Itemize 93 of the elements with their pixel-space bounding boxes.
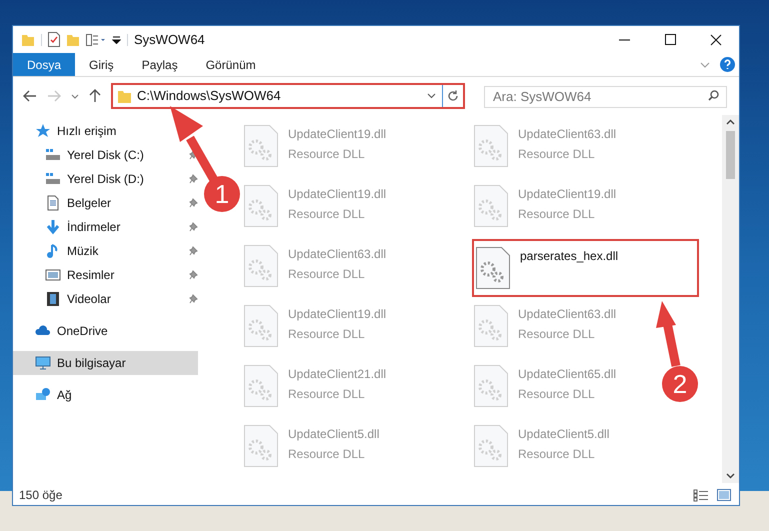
sidebar-item[interactable]: Belgeler [13, 191, 118, 215]
large-icons-view-icon[interactable] [717, 489, 731, 501]
address-field[interactable]: C:\Windows\SysWOW64 [111, 83, 465, 109]
sidebar-item[interactable]: İndirmeler [13, 215, 126, 239]
pin-icon[interactable] [189, 150, 198, 160]
window-title: SysWOW64 [134, 30, 205, 49]
picture-icon [45, 267, 61, 283]
scroll-thumb[interactable] [726, 131, 735, 179]
address-path: C:\Windows\SysWOW64 [137, 87, 281, 106]
scroll-up-icon[interactable] [726, 119, 735, 125]
pin-icon[interactable] [189, 270, 198, 280]
minimize-icon [618, 38, 630, 40]
file-type: Resource DLL [518, 206, 596, 223]
sidebar-label: Resimler [67, 267, 114, 284]
help-icon[interactable] [720, 57, 735, 72]
file-type: Resource DLL [518, 386, 596, 403]
file-name: UpdateClient19.dll [288, 186, 386, 203]
pin-icon[interactable] [189, 246, 198, 256]
folder-icon [117, 88, 132, 104]
computer-icon [35, 355, 51, 371]
customize-caret-icon[interactable] [112, 36, 121, 44]
file-name: UpdateClient19.dll [288, 126, 386, 143]
item-count: 150 öğe [19, 487, 62, 504]
file-type: Resource DLL [518, 326, 596, 343]
file-type: Resource DLL [288, 146, 366, 163]
file-type: Resource DLL [288, 446, 366, 463]
sidebar-item[interactable]: Hızlı erişim [13, 119, 122, 143]
sidebar-label: Müzik [67, 243, 98, 260]
sidebar-label: Ağ [57, 387, 72, 404]
download-icon [45, 219, 61, 235]
sidebar-item[interactable]: Müzik [13, 239, 104, 263]
file-name: UpdateClient63.dll [518, 126, 616, 143]
sidebar-label: OneDrive [57, 323, 108, 340]
sidebar-label: Videolar [67, 291, 111, 308]
ribbon-tab[interactable]: Paylaş [128, 53, 192, 76]
file-type: Resource DLL [518, 146, 596, 163]
document-icon [45, 195, 61, 211]
search-icon [708, 90, 719, 101]
file-name: UpdateClient63.dll [518, 306, 616, 323]
file-name: UpdateClient65.dll [518, 366, 616, 383]
sidebar-label: Yerel Disk (D:) [67, 171, 144, 188]
file-item[interactable]: parserates_hex.dll [472, 239, 699, 297]
pin-icon[interactable] [189, 222, 198, 232]
ribbon-tab[interactable]: Giriş [75, 53, 128, 76]
sidebar-label: Hızlı erişim [57, 123, 116, 140]
drive-icon [45, 147, 61, 163]
file-name: UpdateClient19.dll [288, 306, 386, 323]
pin-icon[interactable] [189, 198, 198, 208]
properties-icon[interactable] [48, 32, 60, 47]
sidebar-item[interactable]: Bu bilgisayar [13, 351, 198, 375]
view-icon[interactable] [86, 34, 106, 46]
sidebar-label: Belgeler [67, 195, 112, 212]
sidebar-item[interactable]: Yerel Disk (C:) [13, 143, 150, 167]
sidebar-item[interactable]: OneDrive [13, 319, 114, 343]
dropdown-caret-icon[interactable] [427, 93, 436, 99]
scrollbar[interactable] [722, 115, 739, 483]
pin-icon[interactable] [189, 294, 198, 304]
video-icon [45, 291, 61, 307]
file-name: UpdateClient5.dll [288, 426, 380, 443]
maximize-icon [664, 34, 676, 45]
sidebar-item[interactable]: Yerel Disk (D:) [13, 167, 150, 191]
search-field[interactable]: Ara: SysWOW64 [484, 86, 727, 108]
sidebar-label: Bu bilgisayar [57, 355, 126, 372]
file-type: Resource DLL [288, 386, 366, 403]
drive-icon [45, 171, 61, 187]
up-arrow-icon[interactable] [89, 89, 101, 103]
back-arrow-icon[interactable] [23, 90, 37, 102]
file-name: UpdateClient19.dll [518, 186, 616, 203]
details-view-icon[interactable] [693, 488, 709, 502]
ribbon-tab[interactable]: Dosya [13, 53, 76, 76]
sidebar-item[interactable]: Ağ [13, 383, 78, 407]
file-type: Resource DLL [288, 206, 366, 223]
file-type: Resource DLL [518, 446, 596, 463]
sidebar-item[interactable]: Resimler [13, 263, 120, 287]
annotation-arrow [656, 301, 680, 367]
pin-icon[interactable] [189, 174, 198, 184]
sidebar-label: İndirmeler [67, 219, 120, 236]
star-icon [35, 123, 51, 139]
file-name: UpdateClient63.dll [288, 246, 386, 263]
network-icon [35, 387, 51, 403]
file-name: UpdateClient21.dll [288, 366, 386, 383]
refresh-icon [447, 90, 459, 102]
file-name: parserates_hex.dll [520, 248, 618, 265]
sidebar-label: Yerel Disk (C:) [67, 147, 144, 164]
ribbon-tab[interactable]: Görünüm [192, 53, 270, 76]
close-icon [710, 34, 722, 46]
file-name: UpdateClient5.dll [518, 426, 610, 443]
file-type: Resource DLL [288, 326, 366, 343]
scroll-down-icon[interactable] [726, 473, 735, 479]
sidebar-item[interactable]: Videolar [13, 287, 117, 311]
ribbon-expand-icon[interactable] [700, 62, 710, 68]
file-type: Resource DLL [288, 266, 366, 283]
recent-caret-icon[interactable] [71, 94, 79, 98]
